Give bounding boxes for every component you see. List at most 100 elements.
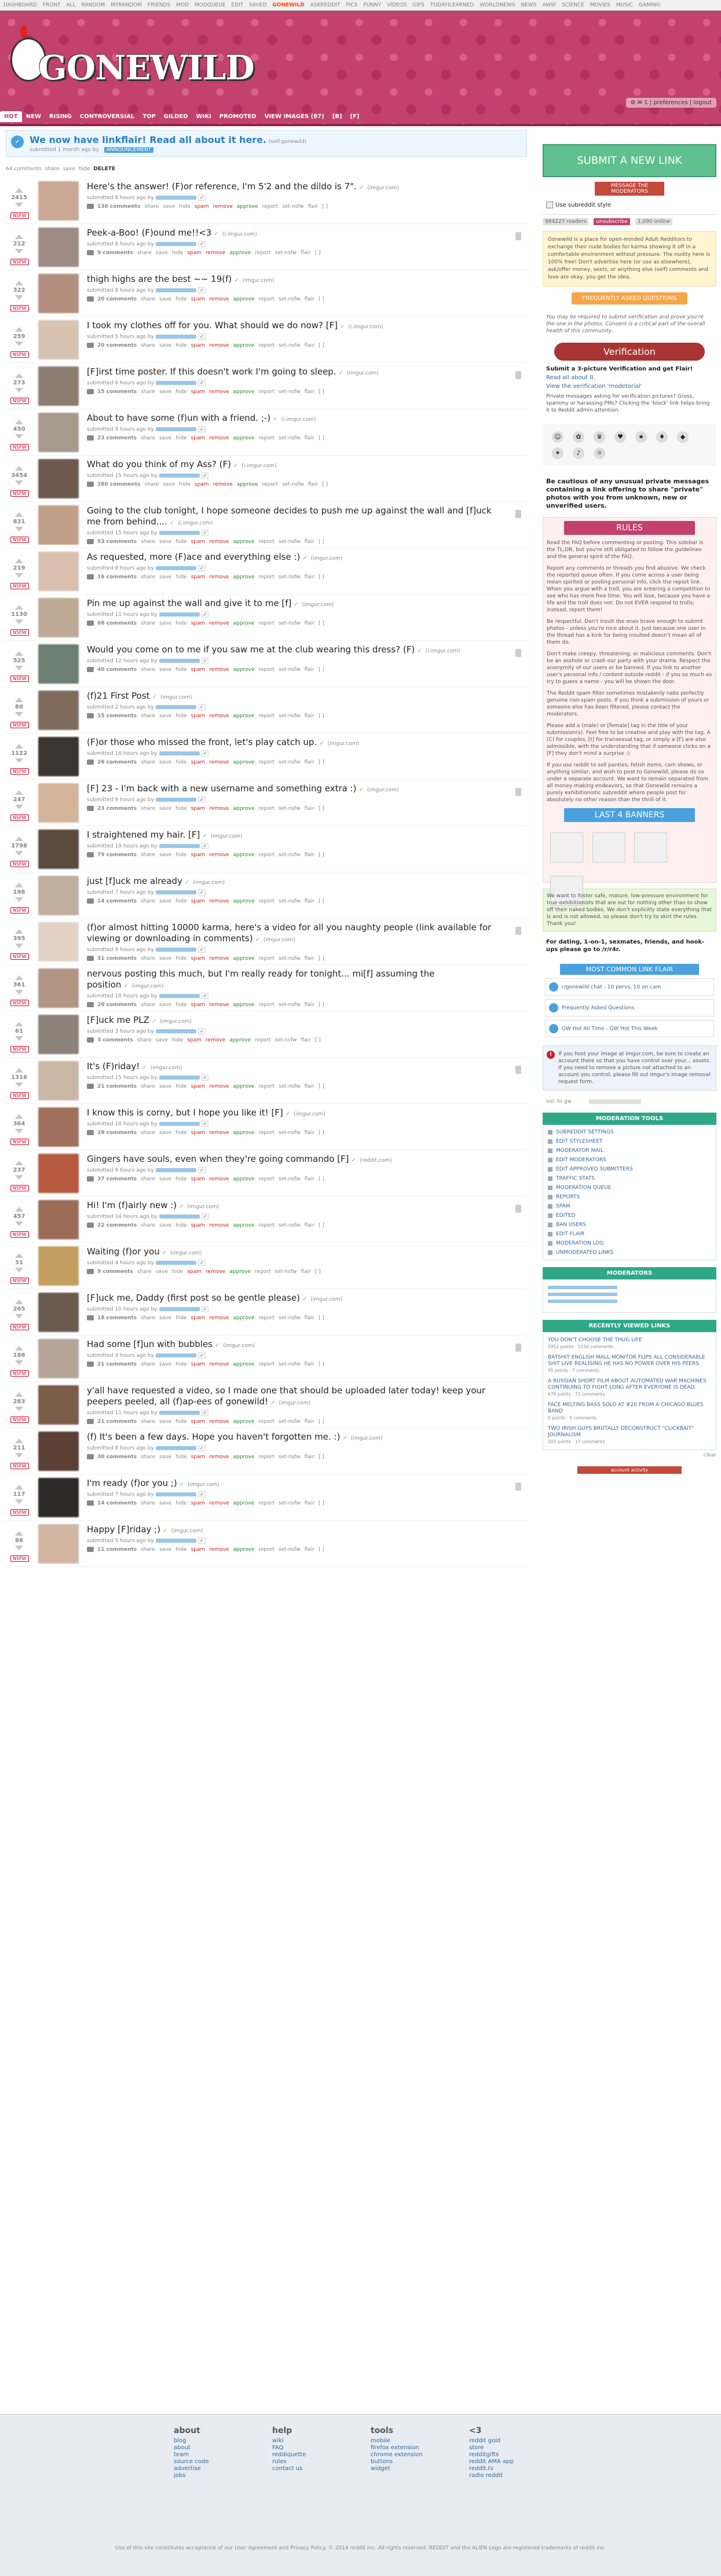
media-expando-icon[interactable] xyxy=(87,759,94,765)
post-title[interactable]: I know this is corny, but I hope you lik… xyxy=(87,1107,283,1118)
footer-link[interactable]: chrome extension xyxy=(371,2452,469,2458)
footer-link[interactable]: rules xyxy=(272,2458,371,2465)
flag-icon[interactable] xyxy=(515,927,521,935)
comments-link[interactable]: 15 comments xyxy=(97,713,137,719)
modtool-reports[interactable]: reports xyxy=(548,1192,711,1202)
remove-button[interactable]: remove xyxy=(209,759,229,765)
save-button[interactable]: save xyxy=(159,852,171,858)
hide-button[interactable]: hide xyxy=(175,1176,186,1182)
spam-button[interactable]: spam xyxy=(191,898,206,904)
post-domain[interactable]: (imgur.com) xyxy=(193,880,225,886)
flair-button[interactable]: flair xyxy=(308,204,318,210)
approve-button[interactable]: approve xyxy=(233,806,254,812)
save-button[interactable]: save xyxy=(159,1315,171,1321)
save-button[interactable]: save xyxy=(159,574,171,580)
-button[interactable]: [ ] xyxy=(319,759,324,765)
upvote-icon[interactable] xyxy=(15,929,23,934)
-button[interactable]: [ ] xyxy=(319,1547,324,1553)
flag-icon[interactable] xyxy=(515,1483,521,1491)
downvote-icon[interactable] xyxy=(15,944,23,948)
author-link[interactable] xyxy=(159,994,200,998)
approve-button[interactable]: approve xyxy=(233,1419,254,1425)
footer-link[interactable]: reddit gold xyxy=(469,2438,568,2445)
author-link[interactable] xyxy=(159,659,200,663)
modtool-unmoderated-links[interactable]: unmoderated links xyxy=(548,1248,711,1257)
remove-button[interactable]: remove xyxy=(209,898,229,904)
remove-button[interactable]: remove xyxy=(209,956,229,962)
set-nsfw-button[interactable]: set-nsfw xyxy=(279,1500,301,1506)
post-title[interactable]: Gingers have souls, even when they're go… xyxy=(87,1154,349,1164)
downvote-icon[interactable] xyxy=(15,1314,23,1319)
downvote-icon[interactable] xyxy=(15,1546,23,1550)
downvote-icon[interactable] xyxy=(15,295,23,300)
share-button[interactable]: share xyxy=(141,1002,155,1008)
approve-button[interactable]: approve xyxy=(233,1500,254,1506)
footer-link[interactable]: buttons xyxy=(371,2458,469,2465)
post-domain[interactable]: (i.imgur.com) xyxy=(426,648,460,654)
upvote-icon[interactable] xyxy=(15,559,23,563)
report-button[interactable]: report xyxy=(258,1176,275,1182)
flag-icon[interactable] xyxy=(515,232,521,240)
save-button[interactable]: save xyxy=(163,482,175,487)
post-thumbnail[interactable] xyxy=(38,1432,79,1471)
post-domain[interactable]: (imgur.com) xyxy=(328,741,360,747)
save-button[interactable]: save xyxy=(159,343,171,348)
comments-link[interactable]: 14 comments xyxy=(97,1500,137,1506)
spam-button[interactable]: spam xyxy=(187,1037,202,1043)
remove-button[interactable]: remove xyxy=(209,539,229,545)
comments-link[interactable]: 79 comments xyxy=(97,852,137,858)
share-button[interactable]: share xyxy=(141,713,155,719)
-button[interactable]: [ ] xyxy=(319,1223,324,1228)
comments-link[interactable]: 26 comments xyxy=(97,759,137,765)
save-button[interactable]: save xyxy=(159,435,171,441)
subreddit-link-news[interactable]: news xyxy=(521,2,536,8)
report-button[interactable]: report xyxy=(258,539,275,545)
post-thumbnail[interactable] xyxy=(38,366,79,406)
set-nsfw-button[interactable]: set-nsfw xyxy=(279,296,301,302)
hide-button[interactable]: hide xyxy=(175,1002,186,1008)
share-button[interactable]: share xyxy=(141,956,155,962)
subreddit-link-mod[interactable]: mod xyxy=(176,2,189,8)
comments-link[interactable]: 3 comments xyxy=(97,1037,133,1043)
spam-button[interactable]: spam xyxy=(191,1419,206,1425)
post-domain[interactable]: (imgur.com) xyxy=(347,370,379,376)
approve-button[interactable]: approve xyxy=(229,250,251,256)
save-button[interactable]: save xyxy=(163,204,175,210)
save-button[interactable]: save xyxy=(159,1362,171,1367)
post-domain[interactable]: (imgur.com) xyxy=(188,1204,219,1210)
footer-link[interactable]: radio reddit xyxy=(469,2472,568,2479)
tab-wiki[interactable]: wiki xyxy=(192,111,215,122)
approve-button[interactable]: approve xyxy=(233,621,254,626)
downvote-icon[interactable] xyxy=(15,990,23,995)
media-expando-icon[interactable] xyxy=(87,296,94,302)
share-button[interactable]: share xyxy=(141,435,155,441)
flag-icon[interactable] xyxy=(515,1344,521,1352)
approve-button[interactable]: approve xyxy=(233,389,254,395)
set-nsfw-button[interactable]: set-nsfw xyxy=(279,852,301,858)
approve-button[interactable]: approve xyxy=(237,204,258,210)
approve-button[interactable]: approve xyxy=(233,898,254,904)
-button[interactable]: [ ] xyxy=(319,956,324,962)
report-button[interactable]: report xyxy=(258,621,275,626)
post-title[interactable]: Waiting (f)or you xyxy=(87,1246,160,1257)
remove-button[interactable]: remove xyxy=(209,1500,229,1506)
post-title[interactable]: thigh highs are the best ~~ 19(f) xyxy=(87,274,232,284)
footer-link[interactable]: FAQ xyxy=(272,2445,371,2452)
save-button[interactable]: save xyxy=(159,1176,171,1182)
post-thumbnail[interactable] xyxy=(38,737,79,776)
media-expando-icon[interactable] xyxy=(87,852,94,857)
share-button[interactable]: share xyxy=(141,389,155,395)
-button[interactable]: [ ] xyxy=(319,1002,324,1008)
hide-button[interactable]: hide xyxy=(175,1084,186,1089)
author-link[interactable] xyxy=(159,751,200,755)
set-nsfw-button[interactable]: set-nsfw xyxy=(279,1547,301,1553)
save-button[interactable]: save xyxy=(159,956,171,962)
user-box[interactable]: ⚙ ✉ 1 | preferences | logout xyxy=(625,98,716,108)
footer-link[interactable]: reddiquette xyxy=(272,2452,371,2458)
tab-gilded[interactable]: gilded xyxy=(160,111,192,122)
-button[interactable]: [ ] xyxy=(319,1130,324,1136)
share-button[interactable]: share xyxy=(141,574,155,580)
media-expando-icon[interactable] xyxy=(87,1362,94,1367)
approve-button[interactable]: approve xyxy=(233,1176,254,1182)
downvote-icon[interactable] xyxy=(15,1221,23,1226)
